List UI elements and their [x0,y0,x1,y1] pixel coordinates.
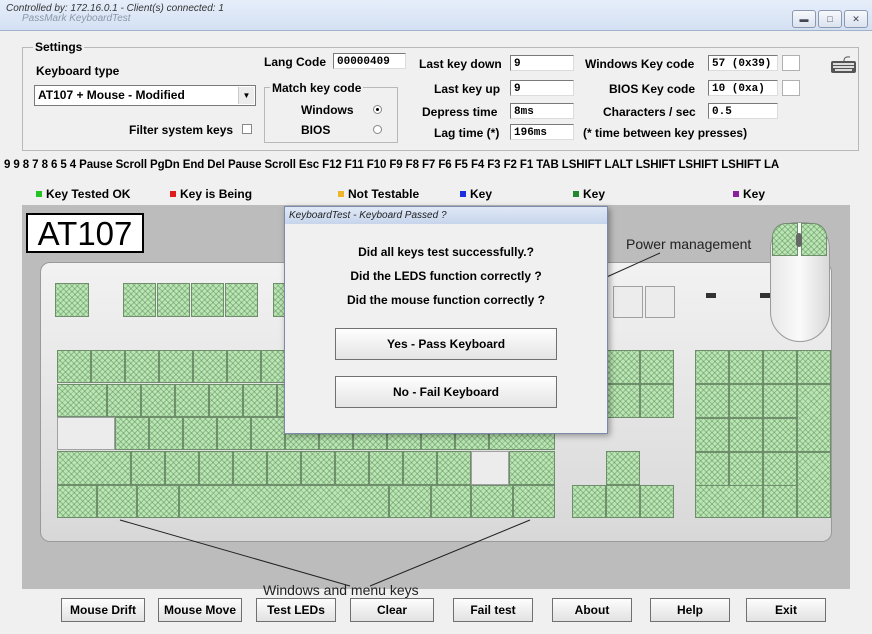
key-right-shift [509,451,555,485]
key-numpad-zero [695,485,763,518]
mouse-move-button[interactable]: Mouse Move [158,598,242,622]
key-numpad [763,418,797,452]
key-navigation [640,384,674,418]
key-letter [369,451,403,485]
help-button[interactable]: Help [650,598,730,622]
key-arrow-left [572,485,606,518]
key-letter [165,451,199,485]
dialog-question-keys: Did all keys test successfully.? [358,245,534,259]
key-letter [175,384,209,417]
key-number-row [193,350,227,383]
key-letter [301,451,335,485]
key-numpad [695,384,729,418]
key-letter [183,417,217,450]
key-numpad [729,384,763,418]
key-letter [217,417,251,450]
key-numpad [729,452,763,486]
key-navigation [640,350,674,384]
num-lock-led [706,293,716,298]
key-letter [403,451,437,485]
key-letter [131,451,165,485]
key-number-row [91,350,125,383]
key-letter [335,451,369,485]
exit-button[interactable]: Exit [746,598,826,622]
key-pause [645,286,675,318]
dialog-question-leds: Did the LEDS function correctly ? [350,269,542,283]
key-menu [471,485,513,518]
key-letter [437,451,471,485]
key-left-alt [137,485,179,518]
key-arrow-down [606,485,640,518]
dialog-question-mouse: Did the mouse function correctly ? [346,293,546,307]
key-right-ctrl [513,485,555,518]
key-slash [471,451,509,485]
key-numpad [729,350,763,384]
key-print [613,286,643,318]
key-numpad [695,350,729,384]
key-right-win [431,485,471,518]
key-esc [55,283,89,317]
dialog-title: KeyboardTest - Keyboard Passed ? [285,207,607,224]
key-navigation [606,350,640,384]
key-arrow-right [640,485,674,518]
key-numpad [763,384,797,418]
pass-keyboard-button[interactable]: Yes - Pass Keyboard [335,328,557,360]
key-right-alt [389,485,431,518]
key-function [191,283,224,317]
key-numpad-enter [797,452,831,518]
about-button[interactable]: About [552,598,632,622]
key-numpad [729,418,763,452]
key-letter [251,417,285,450]
key-number-row [159,350,193,383]
key-numpad [763,350,797,384]
key-tab [57,384,107,417]
key-letter [209,384,243,417]
caps-lock-led [760,293,770,298]
key-number-row [57,350,91,383]
key-numpad [763,452,797,486]
key-numpad [797,350,831,384]
key-space [179,485,389,518]
key-caps-lock [57,417,115,450]
mouse-drift-button[interactable]: Mouse Drift [61,598,145,622]
fail-keyboard-button[interactable]: No - Fail Keyboard [335,376,557,408]
key-arrow-up [606,451,640,485]
key-numpad [695,452,729,486]
key-numpad [695,418,729,452]
key-left-shift [57,451,131,485]
key-function [157,283,190,317]
key-letter [199,451,233,485]
key-left-win [97,485,137,518]
key-letter [267,451,301,485]
key-letter [107,384,141,417]
key-letter [243,384,277,417]
key-function [123,283,156,317]
key-navigation [606,384,640,418]
key-letter [141,384,175,417]
key-numpad-plus [797,384,831,452]
key-letter [115,417,149,450]
key-left-ctrl [57,485,97,518]
clear-button[interactable]: Clear [350,598,434,622]
key-letter [149,417,183,450]
key-number-row [125,350,159,383]
key-number-row [227,350,261,383]
key-letter [233,451,267,485]
key-numpad-decimal [763,485,797,518]
key-function [225,283,258,317]
keyboard-passed-dialog: KeyboardTest - Keyboard Passed ? Did all… [284,206,608,434]
fail-test-button[interactable]: Fail test [453,598,533,622]
test-leds-button[interactable]: Test LEDs [256,598,336,622]
